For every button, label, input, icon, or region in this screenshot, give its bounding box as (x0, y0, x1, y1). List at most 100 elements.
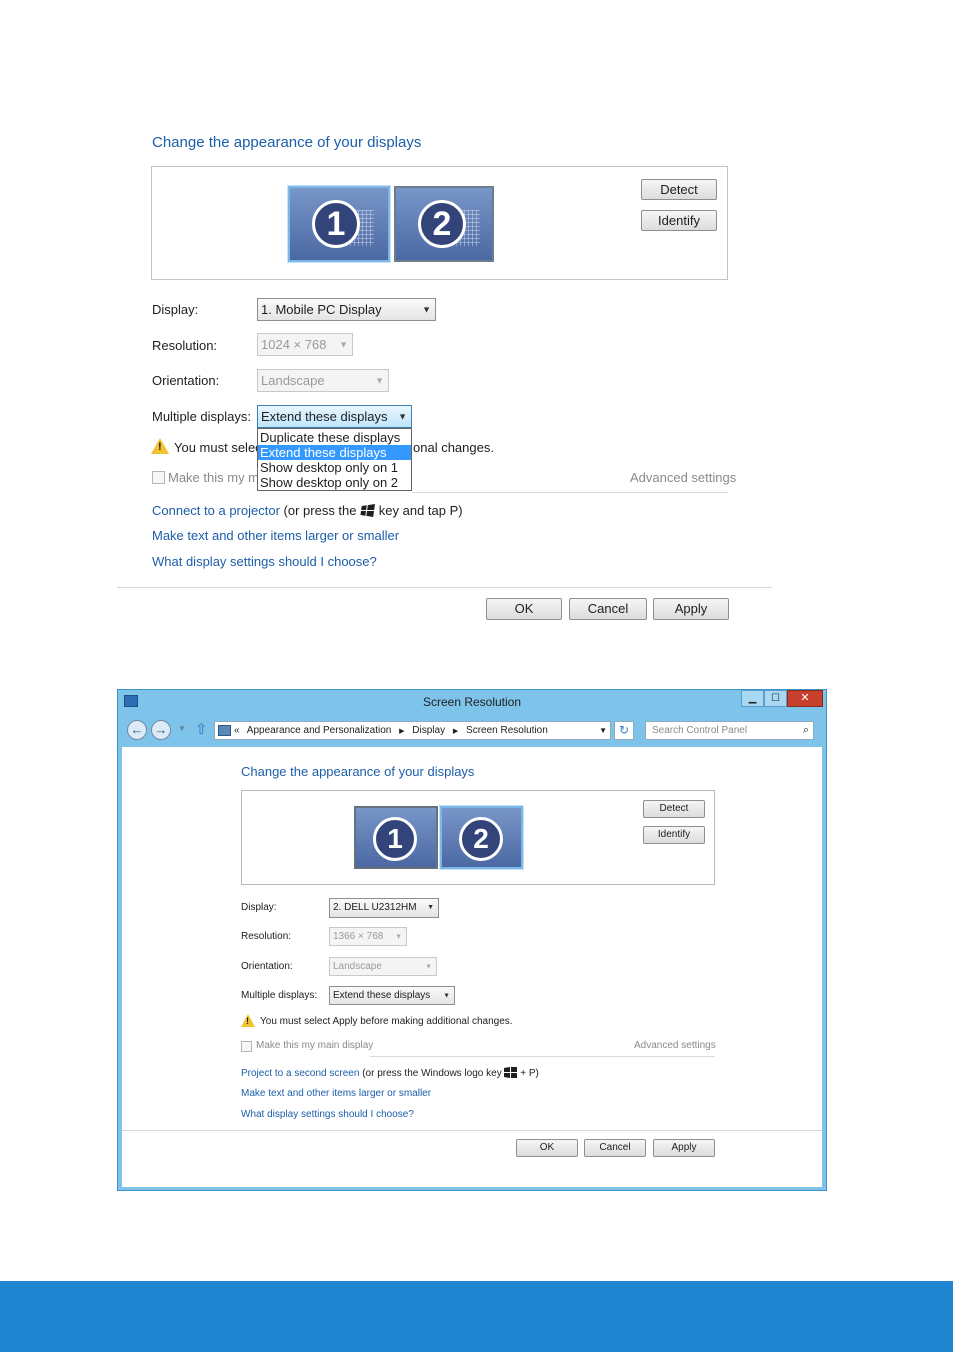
multiple-displays-select[interactable]: Extend these displays ▼ (329, 986, 455, 1005)
resolution-select[interactable]: 1366 × 768 ▼ (329, 927, 407, 946)
detect-button[interactable]: Detect (641, 179, 717, 200)
ok-button[interactable]: OK (486, 598, 562, 620)
divider (412, 492, 728, 493)
breadcrumb-appearance[interactable]: Appearance and Personalization (247, 725, 392, 736)
display-select-value: 1. Mobile PC Display (261, 302, 382, 317)
address-dropdown-icon[interactable]: ▼ (599, 722, 607, 739)
breadcrumb: « Appearance and Personalization ▶ Displ… (234, 725, 548, 736)
display-select[interactable]: 1. Mobile PC Display ▼ (257, 298, 436, 321)
page-heading: Change the appearance of your displays (241, 764, 475, 779)
resolution-select-value: 1366 × 768 (333, 931, 384, 942)
monitor-2-thumbnail[interactable]: 2 (394, 186, 494, 262)
orientation-select[interactable]: Landscape ▼ (257, 369, 389, 392)
project-hint-end: + P) (520, 1068, 539, 1079)
chevron-down-icon: ▼ (422, 304, 431, 314)
multiple-displays-dropdown: Duplicate these displays Extend these di… (257, 428, 412, 491)
footer-divider (122, 1130, 822, 1131)
monitor-1-number: 1 (373, 817, 417, 861)
multiple-displays-value: Extend these displays (333, 990, 431, 1001)
dropdown-option-only-1[interactable]: Show desktop only on 1 (258, 460, 411, 475)
dropdown-option-extend[interactable]: Extend these displays (258, 445, 411, 460)
chevron-down-icon: ▼ (398, 411, 407, 421)
help-link[interactable]: What display settings should I choose? (241, 1109, 414, 1120)
chevron-down-icon: ▼ (375, 375, 384, 385)
chevron-down-icon: ▼ (395, 933, 402, 940)
back-button[interactable]: ← (127, 720, 147, 740)
advanced-settings-link[interactable]: Advanced settings (634, 1040, 716, 1051)
identify-button[interactable]: Identify (641, 210, 717, 231)
up-arrow-icon[interactable]: ⇧ (195, 720, 208, 738)
main-display-checkbox[interactable] (241, 1041, 252, 1052)
cancel-button[interactable]: Cancel (569, 598, 647, 620)
divider (370, 1056, 715, 1057)
multiple-displays-label: Multiple displays: (152, 409, 251, 424)
monitor-2-thumbnail[interactable]: 2 (440, 806, 523, 869)
orientation-label: Orientation: (241, 961, 293, 972)
projector-hint-start: (or press the (283, 503, 357, 518)
recent-pages-icon[interactable]: ▼ (178, 724, 186, 733)
projector-row: Connect to a projector (or press the key… (152, 503, 463, 520)
forward-button[interactable]: → (151, 720, 171, 740)
apply-button[interactable]: Apply (653, 1139, 715, 1157)
identify-button[interactable]: Identify (643, 826, 705, 844)
multiple-displays-label: Multiple displays: (241, 990, 318, 1001)
orientation-select[interactable]: Landscape ▼ (329, 957, 437, 976)
advanced-settings-link[interactable]: Advanced settings (630, 470, 736, 485)
breadcrumb-separator-icon: ▶ (452, 728, 459, 735)
detect-button[interactable]: Detect (643, 800, 705, 818)
resolution-select-value: 1024 × 768 (261, 337, 327, 352)
breadcrumb-screen-resolution[interactable]: Screen Resolution (466, 725, 548, 736)
breadcrumb-separator-icon: ▶ (399, 728, 405, 735)
breadcrumb-display[interactable]: Display (412, 725, 445, 736)
chevron-down-icon: ▼ (443, 992, 450, 999)
maximize-button[interactable]: ☐ (764, 690, 787, 707)
footer-band (0, 1281, 953, 1352)
window-content: Change the appearance of your displays 1… (122, 747, 822, 1187)
warning-text-start: You must selec (174, 440, 262, 455)
monitor-2-number: 2 (418, 200, 466, 248)
address-bar[interactable]: « Appearance and Personalization ▶ Displ… (214, 721, 611, 740)
main-display-label: Make this my ma (168, 470, 267, 485)
orientation-label: Orientation: (152, 373, 220, 388)
multiple-displays-select[interactable]: Extend these displays ▼ (257, 405, 412, 428)
minimize-button[interactable]: ▁ (741, 690, 764, 707)
display-select-value: 2. DELL U2312HM (333, 902, 417, 913)
chevron-down-icon: ▼ (339, 339, 348, 349)
control-panel-icon (218, 725, 231, 736)
monitor-1-thumbnail[interactable]: 1 (354, 806, 438, 869)
windows-logo-icon (504, 1067, 518, 1081)
refresh-button[interactable]: ↻ (614, 721, 634, 740)
search-placeholder: Search Control Panel (652, 725, 748, 736)
help-link[interactable]: What display settings should I choose? (152, 554, 377, 569)
resolution-label: Resolution: (241, 931, 292, 942)
monitor-1-thumbnail[interactable]: 1 (288, 186, 390, 262)
orientation-select-value: Landscape (333, 961, 382, 972)
text-size-link[interactable]: Make text and other items larger or smal… (241, 1088, 431, 1099)
chevron-down-icon: ▼ (425, 963, 432, 970)
resolution-select[interactable]: 1024 × 768 ▼ (257, 333, 353, 356)
windows-logo-icon (360, 504, 376, 520)
chevron-down-icon: ▼ (427, 904, 434, 911)
search-box[interactable]: Search Control Panel ⌕ (645, 721, 814, 740)
apply-button[interactable]: Apply (653, 598, 729, 620)
dropdown-option-only-2[interactable]: Show desktop only on 2 (258, 475, 411, 490)
window-title: Screen Resolution (422, 695, 522, 709)
monitor-1-number: 1 (312, 200, 360, 248)
close-button[interactable]: ✕ (787, 690, 823, 707)
project-second-screen-link[interactable]: Project to a second screen (241, 1068, 359, 1079)
screen-resolution-window: Screen Resolution ▁ ☐ ✕ ← → ▼ ⇧ « Appear… (117, 689, 827, 1191)
resolution-label: Resolution: (152, 338, 218, 353)
multiple-displays-value: Extend these displays (261, 409, 388, 424)
projector-hint-end: key and tap P) (378, 503, 463, 518)
warning-text: You must select Apply before making addi… (260, 1016, 513, 1027)
search-icon[interactable]: ⌕ (803, 722, 809, 739)
footer-divider (117, 587, 772, 588)
ok-button[interactable]: OK (516, 1139, 578, 1157)
display-select[interactable]: 2. DELL U2312HM ▼ (329, 898, 439, 918)
dropdown-option-duplicate[interactable]: Duplicate these displays (258, 430, 411, 445)
cancel-button[interactable]: Cancel (584, 1139, 646, 1157)
main-display-checkbox[interactable] (152, 471, 165, 484)
main-display-label: Make this my main display (256, 1040, 374, 1051)
text-size-link[interactable]: Make text and other items larger or smal… (152, 528, 399, 543)
connect-projector-link[interactable]: Connect to a projector (152, 503, 280, 518)
